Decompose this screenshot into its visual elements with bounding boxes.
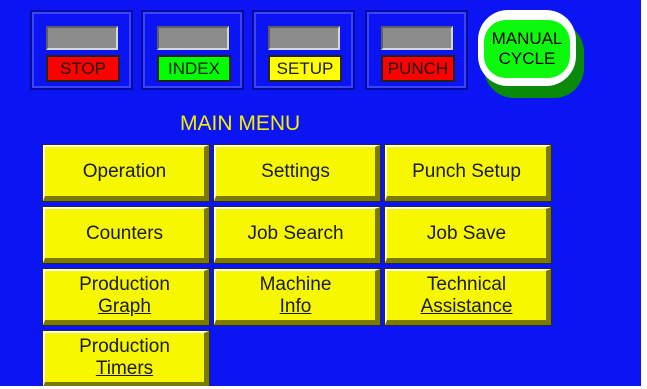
manual-cycle-label-line2: CYCLE — [498, 49, 556, 68]
job-save-button[interactable]: Job Save — [384, 206, 552, 264]
production-graph-button[interactable]: Production Graph — [42, 268, 210, 326]
counters-button-label: Counters — [85, 222, 164, 244]
settings-button[interactable]: Settings — [213, 144, 381, 202]
punch-setup-button-label: Punch Setup — [412, 160, 521, 182]
manual-cycle-label-line1: MANUAL — [491, 29, 563, 48]
technical-assistance-label-line2: Assistance — [420, 295, 513, 317]
punch-indicator-lamp — [381, 26, 453, 50]
machine-info-label-line2: Info — [279, 295, 312, 317]
screen-border-right — [641, 0, 647, 389]
hmi-screen: STOP INDEX SETUP PUNCH MANUAL CYCLE MAIN… — [0, 0, 641, 386]
setup-status-label: SETUP — [268, 55, 342, 82]
setup-status-panel: SETUP — [252, 10, 355, 90]
manual-cycle-button[interactable]: MANUAL CYCLE — [478, 10, 585, 98]
stop-status-panel: STOP — [30, 10, 133, 90]
punch-status-panel: PUNCH — [365, 10, 468, 90]
index-status-panel: INDEX — [141, 10, 244, 90]
punch-status-label: PUNCH — [381, 55, 455, 82]
technical-assistance-button[interactable]: Technical Assistance — [384, 268, 552, 326]
manual-cycle-face[interactable]: MANUAL CYCLE — [484, 20, 570, 78]
job-search-button-label: Job Search — [247, 222, 344, 244]
operation-button[interactable]: Operation — [42, 144, 210, 202]
production-timers-label-line2: Timers — [95, 357, 154, 379]
production-graph-label-line1: Production — [79, 273, 170, 295]
production-timers-button[interactable]: Production Timers — [42, 330, 210, 386]
job-search-button[interactable]: Job Search — [213, 206, 381, 264]
punch-setup-button[interactable]: Punch Setup — [384, 144, 552, 202]
production-timers-label-line1: Production — [79, 335, 170, 357]
machine-info-button[interactable]: Machine Info — [213, 268, 381, 326]
setup-indicator-lamp — [268, 26, 340, 50]
counters-button[interactable]: Counters — [42, 206, 210, 264]
stop-status-label: STOP — [46, 55, 120, 82]
machine-info-label-line1: Machine — [259, 273, 332, 295]
index-indicator-lamp — [157, 26, 229, 50]
settings-button-label: Settings — [261, 160, 330, 182]
job-save-button-label: Job Save — [426, 222, 507, 244]
operation-button-label: Operation — [82, 160, 167, 182]
page-title: MAIN MENU — [180, 112, 301, 135]
technical-assistance-label-line1: Technical — [426, 273, 507, 295]
index-status-label: INDEX — [157, 55, 231, 82]
stop-indicator-lamp — [46, 26, 118, 50]
production-graph-label-line2: Graph — [98, 295, 151, 317]
